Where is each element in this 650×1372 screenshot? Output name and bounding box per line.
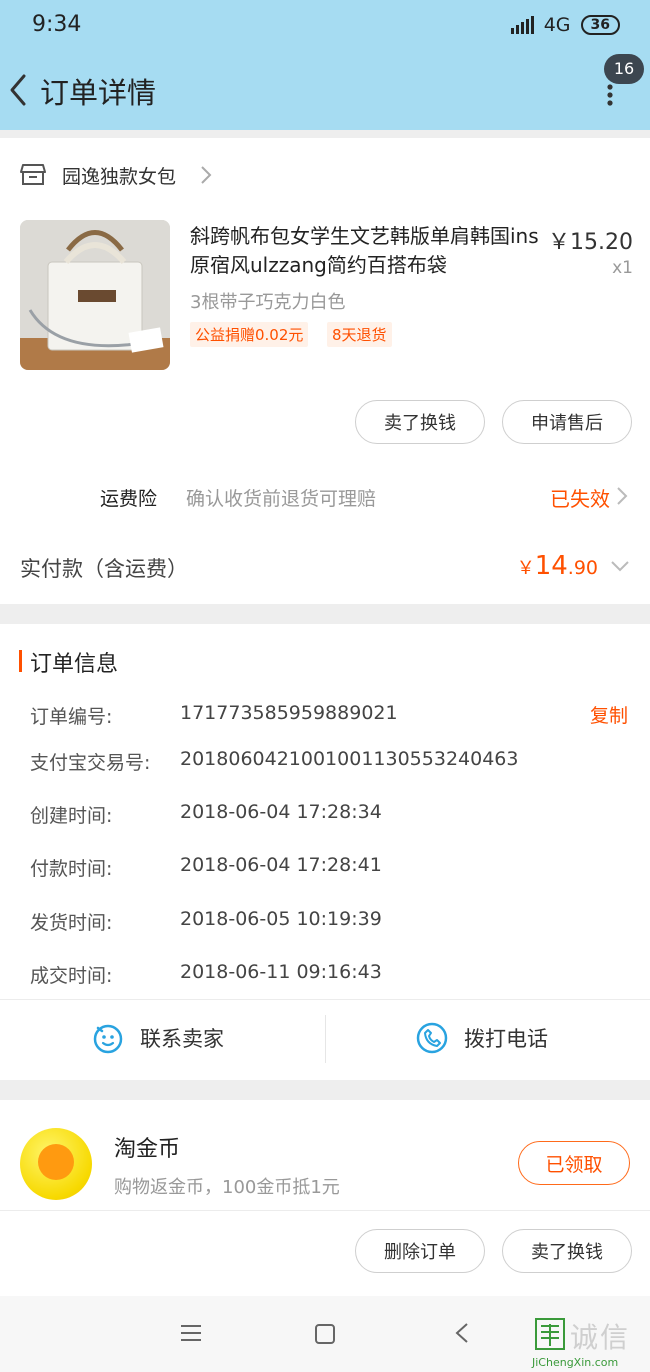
bag-photo (20, 220, 170, 370)
more-vertical-icon[interactable] (598, 82, 622, 108)
order-number-label: 订单编号: (30, 706, 113, 728)
amount-integer: 14 (534, 551, 568, 581)
shop-name[interactable]: 园逸独款女包 (62, 162, 176, 189)
notification-badge: 16 (604, 54, 644, 84)
divider (0, 999, 650, 1000)
shipping-insurance-status[interactable]: 已失效 (550, 483, 610, 512)
currency-symbol: ￥ (516, 558, 535, 579)
charity-tag: 公益捐赠0.02元 (190, 322, 309, 347)
sell-for-cash-button[interactable]: 卖了换钱 (502, 1229, 632, 1273)
product-sku: 3根带子巧克力白色 (190, 292, 346, 313)
order-info-title: 订单信息 (30, 652, 119, 677)
created-time-value: 2018-06-04 17:28:34 (180, 801, 382, 823)
completed-time-label: 成交时间: (30, 965, 113, 987)
shipped-time-value: 2018-06-05 10:19:39 (180, 908, 382, 930)
product-title[interactable]: 斜跨帆布包女学生文艺韩版单肩韩国ins原宿风ulzzang简约百搭布袋 (190, 222, 540, 280)
order-number-value: 171773585959889021 (180, 702, 398, 724)
watermark-text: 诚信 (570, 1321, 631, 1354)
back-nav-icon[interactable] (454, 1322, 470, 1344)
shipping-insurance-desc: 确认收货前退货可理赔 (186, 488, 377, 510)
sell-for-cash-button[interactable]: 卖了换钱 (355, 400, 485, 444)
product-quantity: x1 (612, 258, 633, 278)
battery-icon: 36 (580, 15, 620, 35)
page-title: 订单详情 (40, 76, 157, 110)
order-info-card (0, 624, 650, 1080)
alipay-trade-value: 2018060421001001130553240463 (180, 748, 519, 770)
phone-icon (416, 1022, 448, 1054)
amount-decimal: .90 (567, 557, 598, 579)
coin-mascot-icon (38, 1144, 74, 1180)
order-item-card (0, 138, 650, 604)
signal-icon (510, 16, 534, 34)
shipped-time-label: 发货时间: (30, 912, 113, 934)
call-phone-button[interactable]: 拨打电话 (416, 1022, 548, 1054)
contact-seller-label: 联系卖家 (140, 1027, 224, 1051)
status-indicators: 4G 36 (510, 14, 620, 36)
coins-title: 淘金币 (114, 1137, 181, 1162)
delete-order-button[interactable]: 删除订单 (355, 1229, 485, 1273)
shipping-insurance-label: 运费险 (100, 488, 158, 510)
chevron-right-icon[interactable] (200, 165, 212, 185)
alipay-trade-label: 支付宝交易号: (30, 752, 151, 774)
chevron-right-icon[interactable] (616, 486, 628, 506)
call-phone-label: 拨打电话 (464, 1027, 548, 1051)
network-type: 4G (543, 14, 571, 36)
completed-time-value: 2018-06-11 09:16:43 (180, 961, 382, 983)
paid-time-label: 付款时间: (30, 858, 113, 880)
product-price: ￥15.20 (548, 230, 633, 255)
chat-smile-icon (93, 1024, 123, 1054)
copy-button[interactable]: 复制 (590, 701, 628, 728)
divider (325, 1015, 326, 1063)
watermark-seal-icon (535, 1318, 565, 1350)
after-sale-button[interactable]: 申请售后 (502, 400, 632, 444)
home-icon[interactable] (314, 1323, 336, 1345)
paid-amount-label: 实付款（含运费） (20, 557, 188, 581)
section-marker (19, 650, 22, 672)
contact-seller-button[interactable]: 联系卖家 (92, 1022, 224, 1054)
menu-icon[interactable] (180, 1323, 202, 1343)
product-image[interactable] (20, 220, 170, 370)
paid-time-value: 2018-06-04 17:28:41 (180, 854, 382, 876)
paid-amount: ￥14.90 (517, 551, 598, 581)
chevron-down-icon[interactable] (610, 560, 630, 572)
watermark-subtext: JiChengXin.com (532, 1356, 619, 1369)
created-time-label: 创建时间: (30, 805, 113, 827)
coins-claimed-button[interactable]: 已领取 (518, 1141, 630, 1185)
chevron-left-icon[interactable] (6, 70, 40, 110)
watermark-logo: 诚信 JiChengXin.com (530, 1318, 650, 1372)
divider (0, 1210, 650, 1211)
return-policy-tag: 8天退货 (327, 322, 392, 347)
status-time: 9:34 (32, 12, 82, 37)
coins-description: 购物返金币，100金币抵1元 (114, 1177, 340, 1198)
store-icon (20, 164, 46, 185)
